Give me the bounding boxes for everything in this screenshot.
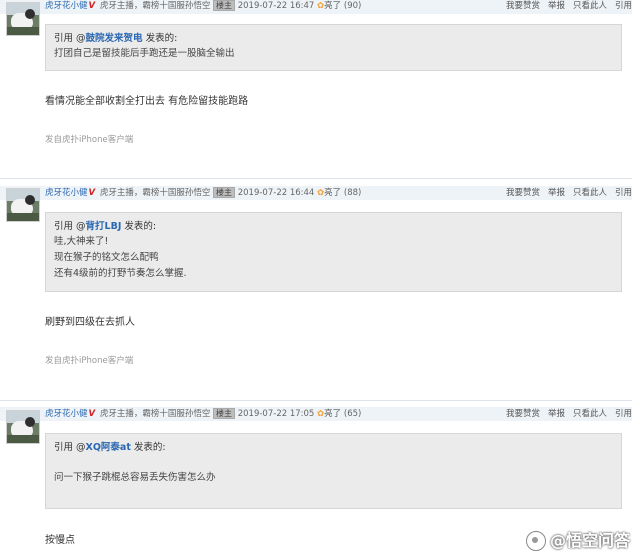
quote-line: 打团自己是留技能后手跑还是一股脑全输出 <box>54 48 235 59</box>
quote-line: 问一下猴子跳棍总容易丢失伤害怎么办 <box>54 472 216 483</box>
quote-prefix: 引用 @ <box>54 442 86 453</box>
light-up-count: (88) <box>343 188 362 198</box>
user-title: 虎牙主播，霸榜十国服孙悟空 <box>99 188 211 198</box>
light-up-button[interactable]: 亮了 <box>324 1 341 11</box>
verified-v-icon: V <box>88 1 96 11</box>
quote-suffix: 发表的: <box>130 442 166 453</box>
verified-v-icon: V <box>88 188 96 198</box>
post-source[interactable]: 发自虎扑iPhone客户端 <box>45 356 133 367</box>
quote-block: 引用 @背打LBJ 发表的: 哇,大神来了! 现在猴子的铭文怎么配鸭 还有4级前… <box>45 212 622 292</box>
quoted-user-link[interactable]: 背打LBJ <box>86 221 122 232</box>
report-button[interactable]: 举报 <box>548 409 565 419</box>
light-up-count: (90) <box>343 1 362 11</box>
quote-suffix: 发表的: <box>142 33 178 44</box>
quote-header: 引用 @背打LBJ 发表的: <box>54 221 156 233</box>
quote-line: 现在猴子的铭文怎么配鸭 <box>54 252 159 263</box>
quote-block: 引用 @XQ阿泰at 发表的: 问一下猴子跳棍总容易丢失伤害怎么办 <box>45 433 622 509</box>
reward-button[interactable]: 我要赞赏 <box>506 1 540 11</box>
reward-button[interactable]: 我要赞赏 <box>506 188 540 198</box>
only-this-user-button[interactable]: 只看此人 <box>573 1 607 11</box>
post-actions: 我要赞赏 举报 只看此人 引用 <box>498 0 632 12</box>
watermark-text: @悟空问答 <box>549 530 630 550</box>
user-avatar[interactable] <box>6 410 40 444</box>
user-avatar[interactable] <box>6 188 40 222</box>
post-meta: 虎牙花小健V 虎牙主播，霸榜十国服孙悟空 楼主 2019-07-22 16:47… <box>45 0 361 12</box>
post-meta: 虎牙花小健V 虎牙主播，霸榜十国服孙悟空 楼主 2019-07-22 16:44… <box>45 187 361 199</box>
quote-header: 引用 @鼓院发来贺电 发表的: <box>54 33 177 45</box>
quote-button[interactable]: 引用 <box>615 409 632 419</box>
quote-prefix: 引用 @ <box>54 33 86 44</box>
only-this-user-button[interactable]: 只看此人 <box>573 409 607 419</box>
post-divider <box>0 178 632 179</box>
quote-prefix: 引用 @ <box>54 221 86 232</box>
quote-line: 还有4级前的打野节奏怎么掌握. <box>54 268 187 279</box>
light-up-count: (65) <box>343 409 362 419</box>
wukong-logo-icon <box>525 531 546 551</box>
quoted-user-link[interactable]: 鼓院发来贺电 <box>86 33 143 44</box>
post-time: 2019-07-22 16:44 <box>237 188 315 198</box>
light-up-button[interactable]: 亮了 <box>324 188 341 198</box>
username-link[interactable]: 虎牙花小健 <box>45 1 88 11</box>
post-actions: 我要赞赏 举报 只看此人 引用 <box>498 408 632 420</box>
light-up-button[interactable]: 亮了 <box>324 409 341 419</box>
username-link[interactable]: 虎牙花小健 <box>45 188 88 198</box>
verified-v-icon: V <box>88 409 96 419</box>
quote-suffix: 发表的: <box>121 221 157 232</box>
watermark: @悟空问答 <box>525 527 630 551</box>
quoted-user-link[interactable]: XQ阿泰at <box>86 442 131 453</box>
report-button[interactable]: 举报 <box>548 1 565 11</box>
post-actions: 我要赞赏 举报 只看此人 引用 <box>498 187 632 199</box>
post-time: 2019-07-22 17:05 <box>237 409 315 419</box>
op-badge: 楼主 <box>213 187 236 198</box>
reward-button[interactable]: 我要赞赏 <box>506 409 540 419</box>
post-meta: 虎牙花小健V 虎牙主播，霸榜十国服孙悟空 楼主 2019-07-22 17:05… <box>45 408 361 420</box>
user-title: 虎牙主播，霸榜十国服孙悟空 <box>99 409 211 419</box>
quote-button[interactable]: 引用 <box>615 188 632 198</box>
username-link[interactable]: 虎牙花小健 <box>45 409 88 419</box>
quote-block: 引用 @鼓院发来贺电 发表的: 打团自己是留技能后手跑还是一股脑全输出 <box>45 24 622 71</box>
quote-button[interactable]: 引用 <box>615 1 632 11</box>
quote-line: 哇,大神来了! <box>54 236 109 247</box>
post-content: 按慢点 <box>45 535 75 546</box>
user-avatar[interactable] <box>6 2 40 36</box>
quote-header: 引用 @XQ阿泰at 发表的: <box>54 442 166 454</box>
post-divider <box>0 400 632 401</box>
post-content: 刷野到四级在去抓人 <box>45 317 135 328</box>
only-this-user-button[interactable]: 只看此人 <box>573 188 607 198</box>
post-source[interactable]: 发自虎扑iPhone客户端 <box>45 135 133 146</box>
post-content: 看情况能全部收割全打出去 有危险留技能跑路 <box>45 96 249 107</box>
op-badge: 楼主 <box>213 408 236 419</box>
report-button[interactable]: 举报 <box>548 188 565 198</box>
op-badge: 楼主 <box>213 0 236 11</box>
post-time: 2019-07-22 16:47 <box>237 1 315 11</box>
user-title: 虎牙主播，霸榜十国服孙悟空 <box>99 1 211 11</box>
